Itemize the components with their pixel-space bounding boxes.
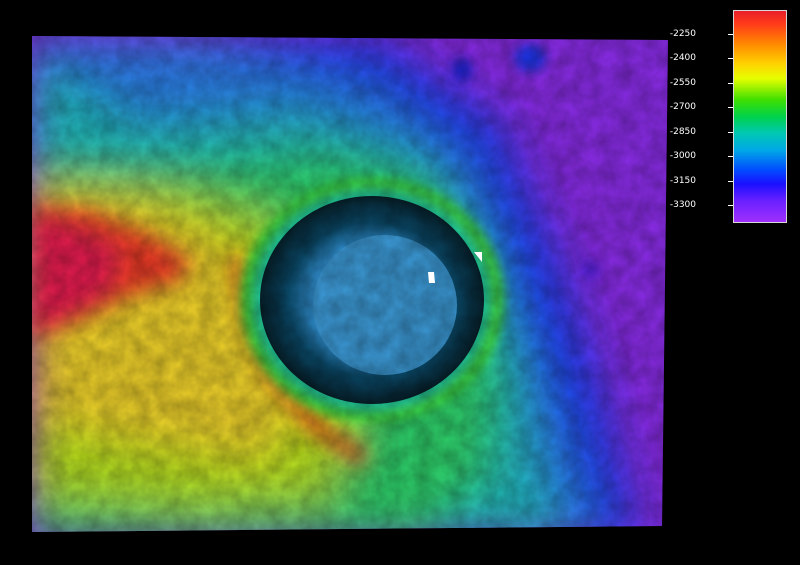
depth-colorbar — [733, 10, 787, 223]
tick-label: -2400 — [669, 53, 696, 63]
tick-label: -2250 — [669, 29, 696, 39]
tick-label: -3000 — [669, 151, 696, 161]
tick-mark — [728, 132, 733, 133]
tick-mark — [728, 181, 733, 182]
tick-label: -2700 — [669, 102, 696, 112]
tick-label: -2850 — [669, 127, 696, 137]
tick-mark — [728, 205, 733, 206]
tick-label: -3150 — [669, 176, 696, 186]
nodata-patch — [428, 272, 435, 283]
tick-mark — [728, 107, 733, 108]
tick-mark — [728, 83, 733, 84]
tick-mark — [728, 58, 733, 59]
tick-label: -2550 — [669, 78, 696, 88]
tick-label: -3300 — [669, 200, 696, 210]
tick-mark — [728, 156, 733, 157]
tick-mark — [728, 34, 733, 35]
